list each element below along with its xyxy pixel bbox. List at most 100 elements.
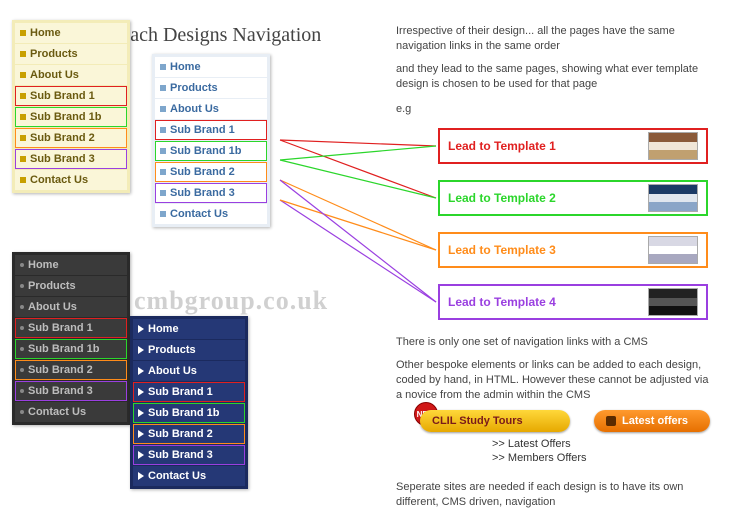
nav-item[interactable]: Sub Brand 2 [133,424,245,444]
nav-item-label: Sub Brand 3 [148,449,213,461]
lead-label: Lead to Template 3 [448,243,556,257]
bullet-icon [20,347,24,351]
nav-item[interactable]: About Us [155,99,267,119]
template-thumb [648,288,698,316]
bullet-icon [138,409,144,417]
explainer-text-3: There is only one set of navigation link… [396,335,716,350]
diagram-title: Each Designs Navigation [118,24,321,47]
lead-template-1[interactable]: Lead to Template 1 [438,128,708,164]
nav-item-label: Home [170,61,201,73]
nav-item[interactable]: Sub Brand 2 [15,128,127,148]
nav-item-label: Sub Brand 3 [30,153,95,165]
nav-item[interactable]: Sub Brand 1 [15,86,127,106]
nav-item[interactable]: Sub Brand 3 [155,183,267,203]
bullet-icon [138,325,144,333]
bullet-icon [138,451,144,459]
nav-item-label: Products [30,48,78,60]
offer-link[interactable]: >> Members Offers [492,452,587,464]
nav-item[interactable]: Sub Brand 1 [155,120,267,140]
bullet-icon [20,114,26,120]
nav-item[interactable]: Sub Brand 1 [15,318,127,338]
nav-item-label: About Us [170,103,219,115]
nav-item-label: Sub Brand 2 [170,166,235,178]
nav-item-label: Products [170,82,218,94]
button-label: Latest offers [622,415,688,427]
nav-item-label: Sub Brand 2 [28,364,93,376]
nav-item-label: Sub Brand 3 [170,187,235,199]
bullet-icon [20,410,24,414]
bullet-icon [20,72,26,78]
explainer-text-5: Seperate sites are needed if each design… [396,480,716,510]
nav-item[interactable]: Products [133,340,245,360]
nav-item-label: Products [148,344,196,356]
nav-panel-yellow: HomeProductsAbout UsSub Brand 1Sub Brand… [12,20,130,193]
nav-item[interactable]: Sub Brand 1b [15,107,127,127]
lead-template-3[interactable]: Lead to Template 3 [438,232,708,268]
nav-item-label: Sub Brand 2 [30,132,95,144]
nav-item[interactable]: Sub Brand 2 [155,162,267,182]
lead-label: Lead to Template 2 [448,191,556,205]
study-tours-button[interactable]: CLIL Study Tours [420,410,570,432]
bullet-icon [20,368,24,372]
nav-item[interactable]: Home [15,255,127,275]
nav-item-label: Contact Us [170,208,228,220]
nav-panel-dark: HomeProducts About Us Sub Brand 1 Sub Brand… [12,252,130,425]
nav-item[interactable]: Products [15,276,127,296]
nav-item[interactable]: Sub Brand 1b [133,403,245,423]
nav-item[interactable]: About Us [133,361,245,381]
bullet-icon [20,305,24,309]
lead-template-2[interactable]: Lead to Template 2 [438,180,708,216]
nav-item-label: Contact Us [30,174,88,186]
bullet-icon [160,85,166,91]
nav-item-label: Sub Brand 1b [170,145,242,157]
template-thumb [648,132,698,160]
bullet-icon [160,190,166,196]
offer-link-list: >> Latest Offers >> Members Offers [492,438,587,466]
bullet-icon [160,169,166,175]
lead-template-4[interactable]: Lead to Template 4 [438,284,708,320]
bullet-icon [20,284,24,288]
nav-item[interactable]: About Us [15,65,127,85]
nav-item[interactable]: Contact Us [133,466,245,486]
nav-item[interactable]: Contact Us [155,204,267,224]
nav-item[interactable]: Sub Brand 3 [15,381,127,401]
nav-item[interactable]: Contact Us [15,170,127,190]
nav-item-label: Sub Brand 2 [148,428,213,440]
nav-item[interactable]: Sub Brand 1b [15,339,127,359]
nav-item[interactable]: About Us [15,297,127,317]
nav-item[interactable]: Products [15,44,127,64]
lead-label: Lead to Template 1 [448,139,556,153]
nav-item-label: Sub Brand 1 [28,322,93,334]
bullet-icon [20,389,24,393]
nav-item-label: About Us [30,69,79,81]
nav-item-label: About Us [28,301,77,313]
nav-item[interactable]: Products [155,78,267,98]
nav-panel-navy: HomeProductsAbout UsSub Brand 1Sub Brand… [130,316,248,489]
bullet-icon [160,127,166,133]
bullet-icon [138,346,144,354]
explainer-text-2: and they lead to the same pages, showing… [396,62,716,92]
bullet-icon [160,211,166,217]
button-label: CLIL Study Tours [432,415,523,427]
nav-item-label: Sub Brand 3 [28,385,93,397]
nav-item[interactable]: Home [155,57,267,77]
bullet-icon [20,156,26,162]
nav-item[interactable]: Sub Brand 2 [15,360,127,380]
template-thumb [648,236,698,264]
nav-panel-light: Home Products About Us Sub Brand 1 Sub Brand… [152,54,270,227]
bullet-icon [138,388,144,396]
explainer-text-eg: e.g [396,102,716,117]
nav-item[interactable]: Home [15,23,127,43]
bullet-icon [20,263,24,267]
nav-item[interactable]: Home [133,319,245,339]
lead-label: Lead to Template 4 [448,295,556,309]
nav-item[interactable]: Contact Us [15,402,127,422]
nav-item[interactable]: Sub Brand 3 [133,445,245,465]
nav-item[interactable]: Sub Brand 3 [15,149,127,169]
offer-link[interactable]: >> Latest Offers [492,438,587,450]
bullet-icon [20,51,26,57]
latest-offers-button[interactable]: Latest offers [594,410,710,432]
nav-item[interactable]: Sub Brand 1b [155,141,267,161]
bullet-icon [138,430,144,438]
nav-item[interactable]: Sub Brand 1 [133,382,245,402]
